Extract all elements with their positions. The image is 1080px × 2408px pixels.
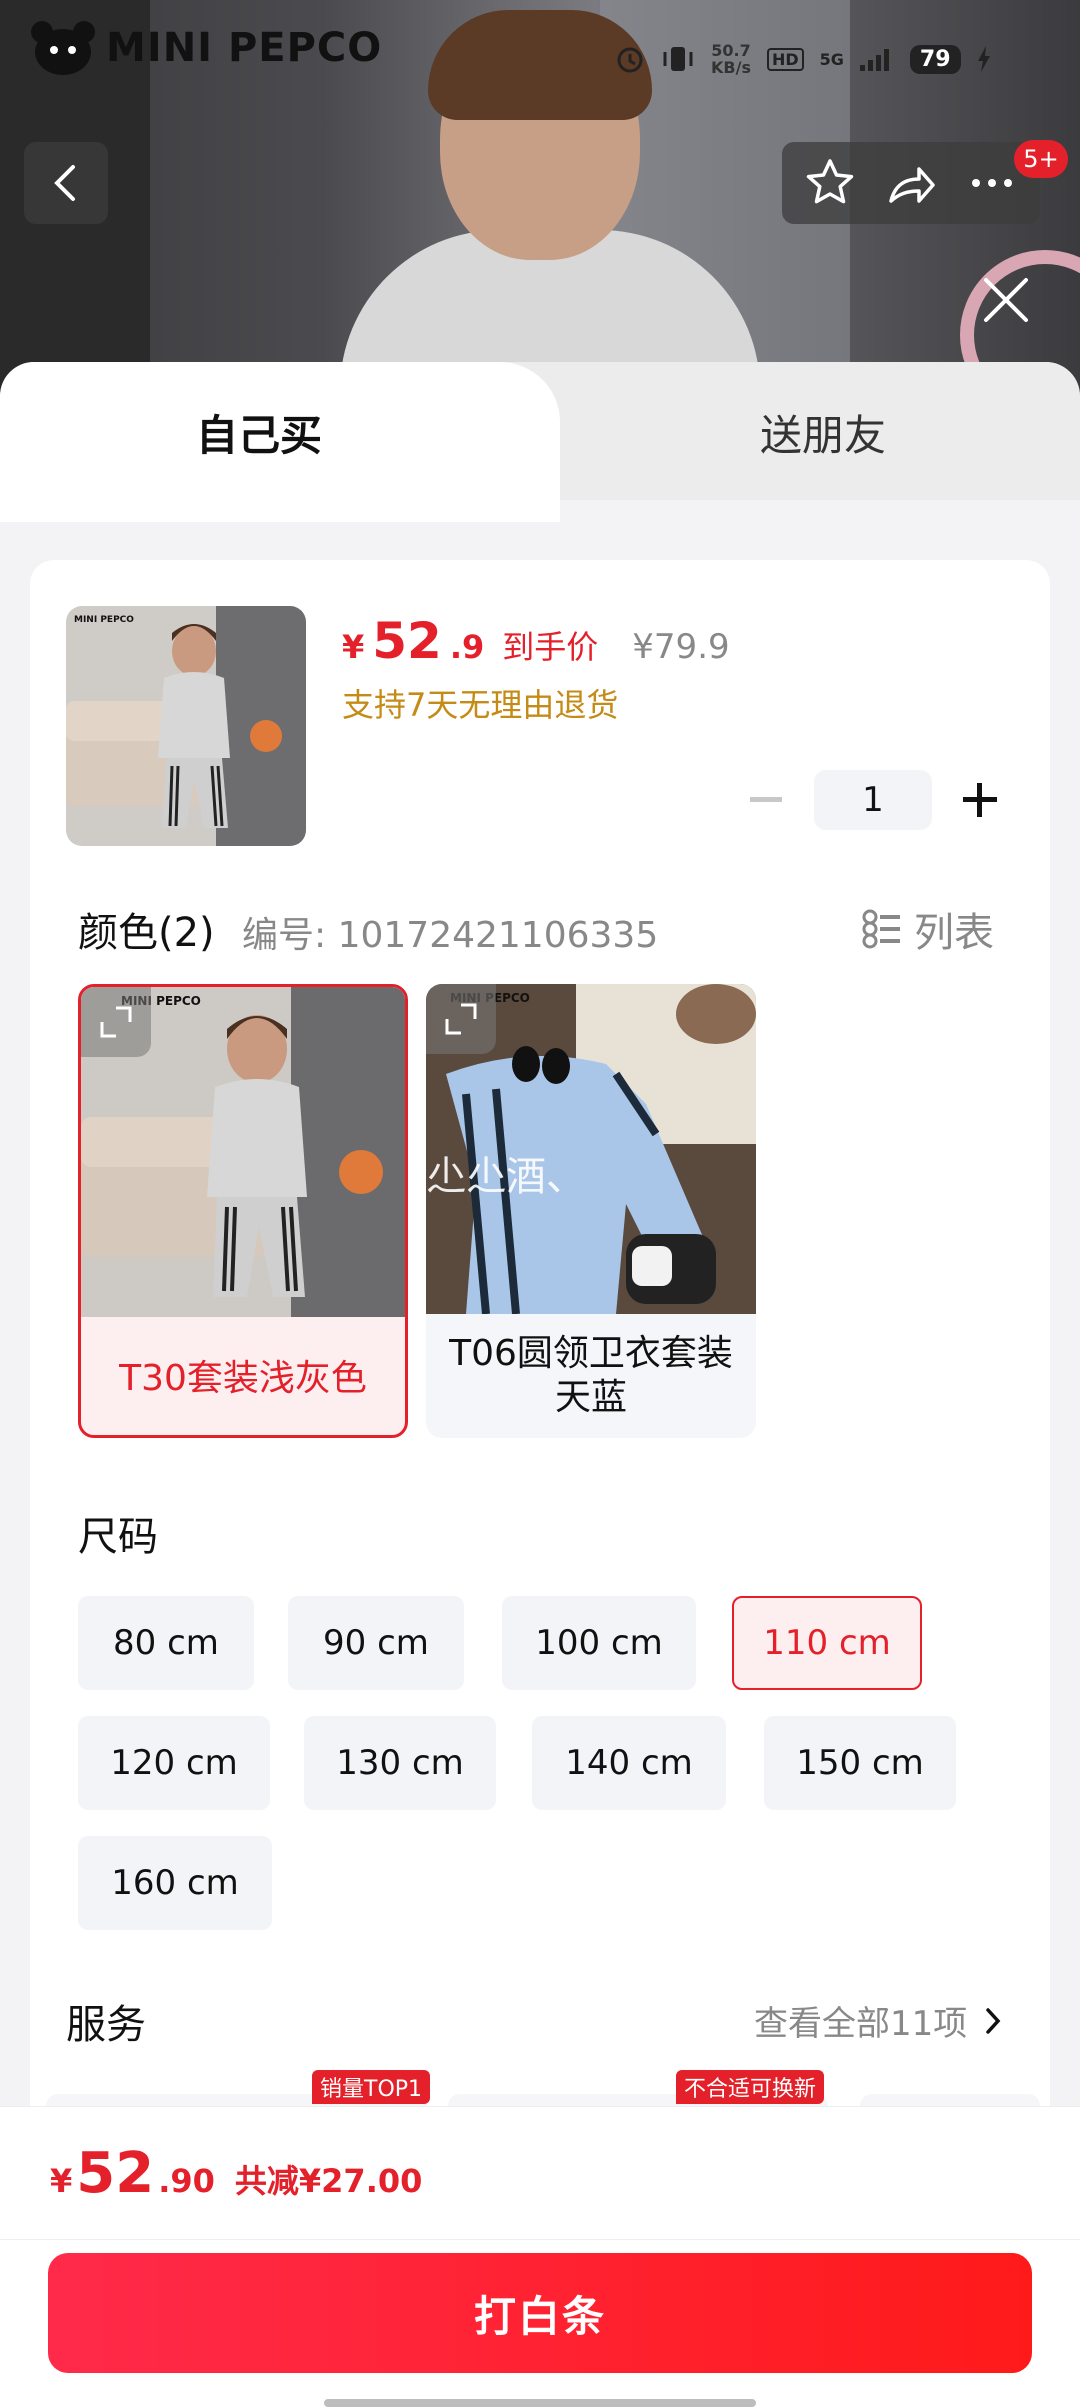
hd-indicator: HD	[766, 47, 804, 71]
net-speed: 50.7 KB/s	[711, 41, 751, 77]
pay-button[interactable]: 打白条	[48, 2253, 1032, 2373]
top-action-group	[782, 142, 1040, 224]
svg-text:MINI PEPCO: MINI PEPCO	[74, 615, 134, 625]
return-policy: 支持7天无理由退货	[342, 686, 619, 724]
divider	[0, 2239, 1080, 2240]
signal-label: 5G	[819, 49, 844, 69]
minus-icon	[750, 797, 782, 802]
color-option-image: MINI PEPCO 尐尐酒、	[426, 984, 756, 1314]
image-watermark: 尐尐酒、	[426, 1154, 586, 1200]
size-option[interactable]: 150 cm	[764, 1716, 956, 1810]
sku-selection-sheet: 自己买 送朋友 MINI PEPCO ¥ 52 .9 到手价 ¥79.9 支持7…	[0, 362, 1080, 2408]
bear-logo-icon	[31, 21, 95, 75]
size-option-selected[interactable]: 110 cm	[732, 1596, 922, 1690]
color-section-title: 颜色(2)	[78, 910, 215, 956]
service-tag: 不合适可换新	[676, 2070, 825, 2104]
checkout-bar: ¥ 52 .90 共减¥27.00 打白条	[0, 2106, 1080, 2408]
color-option-image: MINI PEPCO	[81, 987, 405, 1317]
tab-self-label[interactable]: 自己买	[196, 402, 322, 463]
alarm-icon	[617, 47, 643, 73]
size-option[interactable]: 100 cm	[502, 1596, 696, 1690]
product-code: 编号: 10172421106335	[242, 915, 659, 956]
size-option[interactable]: 80 cm	[78, 1596, 254, 1690]
list-label: 列表	[914, 910, 994, 956]
product-image: MINI PEPCO	[66, 606, 306, 846]
zoom-button[interactable]	[426, 984, 496, 1054]
size-option[interactable]: 130 cm	[304, 1716, 496, 1810]
back-button[interactable]	[24, 142, 108, 224]
share-icon[interactable]	[883, 155, 939, 211]
home-indicator[interactable]	[324, 2399, 756, 2407]
service-section-title: 服务	[66, 2002, 146, 2048]
total-price: ¥ 52 .90 共减¥27.00	[50, 2141, 422, 2206]
tab-gift-label[interactable]: 送朋友	[760, 402, 886, 463]
total-saving: 共减¥27.00	[234, 2162, 423, 2200]
total-integer: 52	[76, 2141, 155, 2206]
size-option[interactable]: 160 cm	[78, 1836, 272, 1930]
expand-icon	[445, 1003, 477, 1035]
chevron-right-icon	[986, 2007, 1001, 2034]
size-option[interactable]: 90 cm	[288, 1596, 464, 1690]
price-row: ¥ 52 .9 到手价 ¥79.9	[342, 612, 730, 670]
service-tag: 销量TOP1	[312, 2070, 431, 2104]
status-bar: 50.7 KB/s HD 5G 79	[615, 42, 991, 76]
cart-count-badge: 5+	[1014, 140, 1068, 178]
color-option-gray[interactable]: MINI PEPCO T30套装浅灰色	[78, 984, 408, 1438]
total-currency: ¥	[50, 2162, 73, 2200]
expand-icon	[100, 1006, 132, 1038]
chevron-left-icon	[54, 165, 75, 201]
decrease-button[interactable]	[746, 780, 786, 820]
product-thumbnail[interactable]: MINI PEPCO	[66, 606, 306, 846]
view-all-services[interactable]: 查看全部11项	[754, 1996, 1001, 2045]
price-tag: 到手价	[502, 628, 599, 666]
size-section-title: 尺码	[78, 1514, 158, 1560]
price-integer: 52	[372, 612, 442, 670]
increase-button[interactable]	[960, 780, 1000, 820]
plus-icon	[963, 783, 997, 817]
color-option-label: T30套装浅灰色	[119, 1358, 367, 1399]
list-icon	[862, 909, 900, 949]
vibrate-icon	[663, 47, 693, 71]
total-decimal: .90	[158, 2162, 215, 2200]
brand-logo: MINI PEPCO	[28, 18, 382, 78]
logo-text: MINI PEPCO	[106, 25, 383, 71]
more-icon[interactable]	[964, 155, 1020, 211]
list-view-toggle[interactable]: 列表	[862, 900, 994, 958]
battery-level: 79	[909, 44, 961, 74]
close-icon[interactable]	[978, 272, 1034, 328]
size-option[interactable]: 140 cm	[532, 1716, 726, 1810]
signal-icon	[859, 49, 889, 71]
color-option-blue[interactable]: MINI PEPCO 尐尐酒、 T06圆领卫衣套装天蓝	[426, 984, 756, 1438]
price-decimal: .9	[449, 628, 485, 666]
quantity-stepper: 1	[746, 770, 1000, 830]
charging-icon	[977, 46, 990, 72]
star-icon[interactable]	[802, 155, 858, 211]
price-currency: ¥	[342, 628, 365, 666]
quantity-input[interactable]: 1	[814, 770, 932, 830]
view-all-label: 查看全部11项	[754, 2004, 968, 2044]
size-option[interactable]: 120 cm	[78, 1716, 270, 1810]
color-option-label: T06圆领卫衣套装天蓝	[449, 1333, 733, 1418]
original-price: ¥79.9	[632, 627, 730, 667]
zoom-button[interactable]	[81, 987, 151, 1057]
